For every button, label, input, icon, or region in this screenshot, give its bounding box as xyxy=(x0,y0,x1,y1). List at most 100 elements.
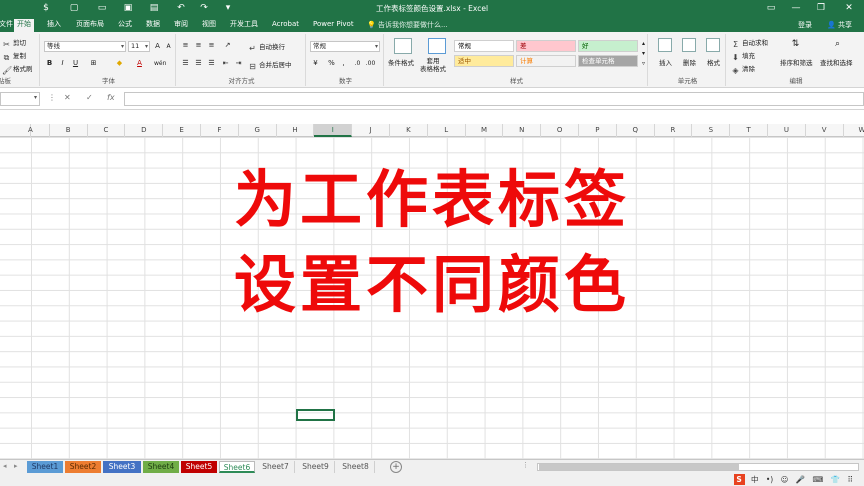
scroll-left-icon[interactable]: ◂ xyxy=(3,462,7,470)
column-header[interactable]: S xyxy=(692,124,731,137)
delete-button[interactable]: 删除 xyxy=(683,57,696,67)
ime-keyboard-icon[interactable]: ⌨ xyxy=(813,475,824,484)
tab-page-layout[interactable]: 页面布局 xyxy=(73,19,107,32)
sheet-tab[interactable]: Sheet8 xyxy=(337,461,375,473)
format-as-table-button[interactable]: 套用 表格格式 xyxy=(420,57,446,73)
decrease-indent-icon[interactable]: ⇤ xyxy=(220,58,231,69)
sheet-tab[interactable]: Sheet3 xyxy=(103,461,141,473)
insert-cells-icon[interactable] xyxy=(658,38,672,52)
font-name-select[interactable]: 等线 ▾ xyxy=(44,41,126,52)
merge-center-button[interactable]: ⊟ 合并后居中 xyxy=(248,59,291,71)
underline-button[interactable]: U xyxy=(70,58,81,69)
fill-button[interactable]: ⬇ 填充 xyxy=(731,50,755,62)
column-header[interactable]: K xyxy=(390,124,428,137)
cut-button[interactable]: ✂ 剪切 xyxy=(2,37,26,49)
share-button[interactable]: 👤 共享 xyxy=(827,20,852,30)
italic-button[interactable]: I xyxy=(57,58,68,69)
sheet-tab[interactable]: Sheet6 xyxy=(219,461,255,473)
formula-input[interactable] xyxy=(124,92,864,106)
column-header[interactable]: J xyxy=(352,124,390,137)
phonetic-icon[interactable]: wén xyxy=(154,58,166,69)
number-format-select[interactable]: 常规 ▾ xyxy=(310,41,380,52)
column-header[interactable]: G xyxy=(239,124,277,137)
column-header[interactable]: D xyxy=(125,124,164,137)
decrease-decimal-icon[interactable]: .00 xyxy=(365,58,376,69)
font-size-select[interactable]: 11 ▾ xyxy=(128,41,150,52)
style-check-cell[interactable]: 检查单元格 xyxy=(578,55,638,67)
increase-indent-icon[interactable]: ⇥ xyxy=(233,58,244,69)
styles-more-icon[interactable]: ▿ xyxy=(638,58,649,69)
close-button[interactable]: ✕ xyxy=(838,1,860,15)
percent-button[interactable]: % xyxy=(326,58,337,69)
autosum-button[interactable]: Σ 自动求和 xyxy=(731,37,768,49)
ribbon-options-icon[interactable]: ▭ xyxy=(760,1,782,15)
ime-mic-icon[interactable]: 🎤 xyxy=(796,475,805,484)
column-header[interactable]: V xyxy=(806,124,844,137)
align-middle-icon[interactable]: ≡ xyxy=(193,40,204,51)
tab-view[interactable]: 视图 xyxy=(199,19,219,32)
bold-button[interactable]: B xyxy=(44,58,55,69)
orientation-icon[interactable]: ↗ xyxy=(222,40,233,51)
insert-function-icon[interactable]: fx xyxy=(107,93,115,102)
column-header[interactable]: R xyxy=(655,124,693,137)
increase-decimal-icon[interactable]: .0 xyxy=(352,58,363,69)
tab-insert[interactable]: 插入 xyxy=(44,19,64,32)
name-box[interactable]: ▾ xyxy=(0,92,40,106)
style-neutral[interactable]: 适中 xyxy=(454,55,514,67)
minimize-button[interactable]: — xyxy=(785,1,807,15)
conditional-format-icon[interactable] xyxy=(394,38,412,54)
sheet-tab[interactable]: Sheet2 xyxy=(65,461,101,473)
tab-power-pivot[interactable]: Power Pivot xyxy=(310,19,357,32)
tab-data[interactable]: 数据 xyxy=(143,19,163,32)
column-header[interactable]: U xyxy=(768,124,806,137)
column-header[interactable]: H xyxy=(277,124,315,137)
tab-review[interactable]: 审阅 xyxy=(171,19,191,32)
tab-developer[interactable]: 开发工具 xyxy=(227,19,261,32)
sheet-tab[interactable]: Sheet4 xyxy=(143,461,179,473)
sheet-tab[interactable]: Sheet7 xyxy=(257,461,295,473)
comma-style-icon[interactable]: , xyxy=(338,58,349,69)
sheet-tab[interactable]: Sheet1 xyxy=(27,461,63,473)
horizontal-scrollbar[interactable] xyxy=(537,463,859,471)
ime-punct-icon[interactable]: •) xyxy=(766,475,773,484)
ime-lang[interactable]: 中 xyxy=(751,475,759,484)
font-color-icon[interactable]: A xyxy=(134,58,145,69)
enter-formula-icon[interactable]: ✓ xyxy=(86,93,93,102)
fill-color-icon[interactable]: ◆ xyxy=(114,58,125,69)
ime-menu-icon[interactable]: ⠿ xyxy=(848,475,854,484)
column-header[interactable]: I xyxy=(314,124,353,137)
wrap-text-button[interactable]: ↵ 自动换行 xyxy=(248,41,285,53)
column-header[interactable]: F xyxy=(201,124,239,137)
column-header[interactable]: A xyxy=(12,124,50,137)
conditional-format-button[interactable]: 条件格式 xyxy=(388,57,414,67)
column-header[interactable]: W xyxy=(844,124,864,137)
column-header[interactable]: E xyxy=(163,124,201,137)
decrease-font-icon[interactable]: A xyxy=(163,41,174,52)
tab-home[interactable]: 开始 xyxy=(14,19,34,32)
align-center-icon[interactable]: ☰ xyxy=(193,58,204,69)
border-icon[interactable]: ⊞ xyxy=(88,58,99,69)
column-header[interactable]: T xyxy=(730,124,768,137)
tab-acrobat[interactable]: Acrobat xyxy=(269,19,302,32)
column-header[interactable]: C xyxy=(88,124,126,137)
add-sheet-icon[interactable]: + xyxy=(390,461,402,473)
align-right-icon[interactable]: ☰ xyxy=(206,58,217,69)
format-painter-button[interactable]: 🖌格式刷 xyxy=(2,63,33,75)
column-header[interactable]: B xyxy=(50,124,88,137)
ime-skin-icon[interactable]: 👕 xyxy=(831,475,840,484)
restore-button[interactable]: ❐ xyxy=(810,1,832,15)
clear-button[interactable]: ◈ 清除 xyxy=(731,63,755,75)
column-header[interactable]: P xyxy=(579,124,617,137)
tab-formulas[interactable]: 公式 xyxy=(115,19,135,32)
sheet-tab[interactable]: Sheet5 xyxy=(181,461,217,473)
column-header[interactable]: Q xyxy=(617,124,655,137)
tell-me-search[interactable]: 💡 告诉我你想要做什么... xyxy=(367,20,448,30)
insert-button[interactable]: 插入 xyxy=(659,57,672,67)
active-cell[interactable] xyxy=(296,409,335,421)
copy-button[interactable]: ⧉ 复制 xyxy=(2,50,26,62)
table-format-icon[interactable] xyxy=(428,38,446,54)
align-left-icon[interactable]: ☰ xyxy=(180,58,191,69)
format-button[interactable]: 格式 xyxy=(707,57,720,67)
format-cells-icon[interactable] xyxy=(706,38,720,52)
sign-in-link[interactable]: 登录 xyxy=(798,20,812,30)
